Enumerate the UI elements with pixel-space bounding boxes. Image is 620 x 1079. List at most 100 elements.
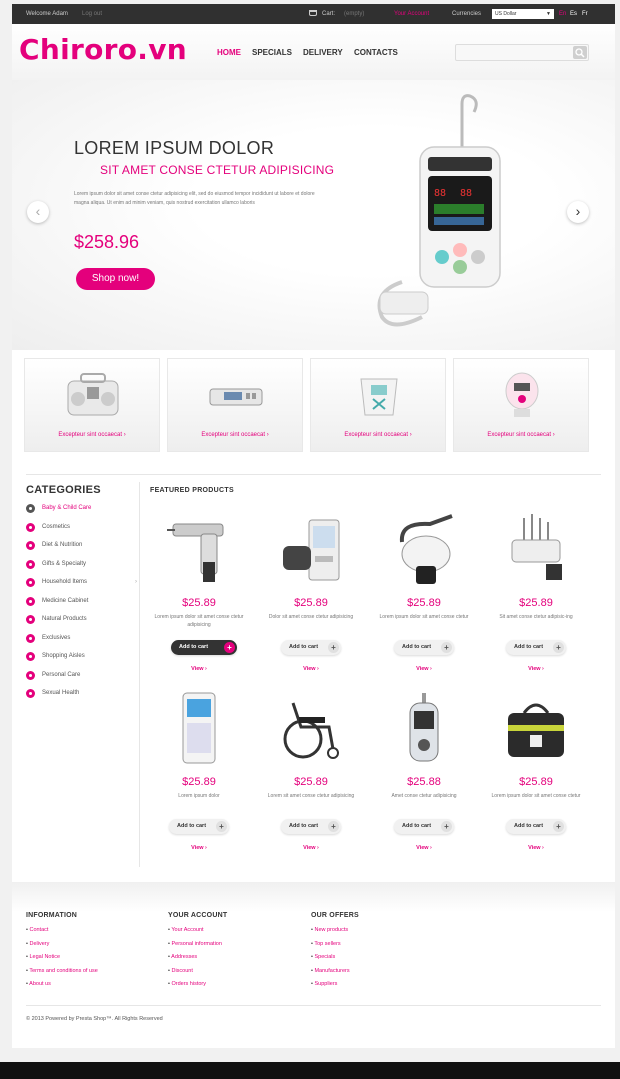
product-description: Lorem ipsum dolor sit amet conse ctetur	[379, 614, 469, 620]
footer-link[interactable]: Top sellers	[311, 941, 359, 955]
footer-link[interactable]: Personal information	[168, 941, 227, 955]
footer-link[interactable]: Addresses	[168, 954, 227, 968]
product-card[interactable]: $25.89 Lorem ipsum dolor sit amet conse …	[143, 512, 255, 682]
category-item[interactable]: Shopping Aisles	[26, 651, 138, 670]
footer-link[interactable]: Orders history	[168, 981, 227, 995]
view-link[interactable]: View ›	[255, 666, 367, 672]
category-item[interactable]: Cosmetics	[26, 522, 138, 541]
slider-next-button[interactable]: ›	[567, 201, 589, 223]
add-to-cart-button[interactable]: Add to cart +	[169, 819, 229, 834]
slider-prev-button[interactable]: ‹	[27, 201, 49, 223]
category-item[interactable]: Exclusives	[26, 633, 138, 652]
view-link[interactable]: View ›	[143, 666, 255, 672]
plus-icon: +	[224, 642, 235, 653]
add-to-cart-button[interactable]: Add to cart +	[171, 640, 237, 655]
footer-heading: OUR OFFERS	[311, 912, 359, 919]
footer-link[interactable]: Contact	[26, 927, 98, 941]
footer-link[interactable]: Your Account	[168, 927, 227, 941]
add-to-cart-button[interactable]: Add to cart +	[394, 819, 454, 834]
product-description: Lorem sit amet conse ctetur adipisicing	[267, 793, 355, 799]
nav-home[interactable]: HOME	[217, 48, 241, 57]
promo-label: Excepteur sint occaecat ›	[58, 432, 126, 438]
product-description: Lorem ipsum dolor sit amet conse ctetur	[491, 793, 581, 799]
featured-products-title: FEATURED PRODUCTS	[150, 487, 234, 494]
bottom-bar	[0, 1062, 620, 1079]
blood-pressure-monitor-image	[283, 519, 340, 581]
site-logo[interactable]: Chiroro.vn	[19, 33, 187, 66]
wheelchair-image	[283, 702, 339, 759]
product-card[interactable]: $25.89 Lorem ipsum dolor sit amet conse …	[368, 512, 480, 682]
account-link[interactable]: Your Account	[394, 11, 429, 17]
cart-status: (empty)	[344, 11, 365, 17]
footer-link[interactable]: Discount	[168, 968, 227, 982]
footer-link[interactable]: Legal Notice	[26, 954, 98, 968]
product-description: Sit amet conse ctetur adipisic-ing	[499, 614, 573, 620]
cart-link[interactable]: Cart:	[322, 11, 335, 17]
category-item[interactable]: Personal Care	[26, 670, 138, 689]
category-item[interactable]: Diet & Nutrition	[26, 540, 138, 559]
footer-column-information: INFORMATION Contact Delivery Legal Notic…	[26, 912, 98, 995]
category-item[interactable]: Gifts & Specialty	[26, 559, 138, 578]
view-link[interactable]: View ›	[255, 845, 367, 851]
categories-sidebar: CATEGORIES Baby & Child Care Cosmetics D…	[26, 484, 138, 707]
logout-link[interactable]: Log out	[82, 11, 102, 17]
promo-box[interactable]: Excepteur sint occaecat ›	[24, 358, 160, 452]
footer-link[interactable]: New products	[311, 927, 359, 941]
divider	[26, 474, 601, 475]
search-button[interactable]	[573, 46, 587, 59]
product-card[interactable]: $25.89 Lorem ipsum dolor Add to cart + Vi…	[143, 691, 255, 861]
nav-delivery[interactable]: DELIVERY	[303, 48, 343, 57]
bullet-icon	[26, 596, 35, 606]
footer: INFORMATION Contact Delivery Legal Notic…	[12, 882, 615, 1048]
search-input[interactable]	[455, 44, 589, 61]
expand-icon[interactable]: ›	[135, 577, 137, 587]
category-item[interactable]: Natural Products	[26, 614, 138, 633]
add-to-cart-button[interactable]: Add to cart +	[506, 640, 566, 655]
search-icon	[575, 48, 585, 58]
product-price: $25.89	[182, 597, 216, 609]
view-link[interactable]: View ›	[368, 666, 480, 672]
footer-link[interactable]: Delivery	[26, 941, 98, 955]
footer-link[interactable]: Specials	[311, 954, 359, 968]
language-fr[interactable]: Fr	[582, 11, 588, 17]
product-card[interactable]: $25.89 Lorem ipsum dolor sit amet conse …	[480, 691, 592, 861]
add-to-cart-button[interactable]: Add to cart +	[394, 640, 454, 655]
category-item[interactable]: Sexual Health	[26, 688, 138, 707]
language-es[interactable]: Es	[570, 11, 577, 17]
footer-link[interactable]: Manufacturers	[311, 968, 359, 982]
add-to-cart-button[interactable]: Add to cart +	[506, 819, 566, 834]
medical-cabinet-image	[182, 692, 216, 764]
svg-text:88: 88	[434, 188, 446, 199]
shop-now-button[interactable]: Shop now!	[76, 268, 155, 290]
product-card[interactable]: $25.89 Dolor sit amet conse ctetur adipi…	[255, 512, 367, 682]
plus-icon: +	[328, 821, 339, 832]
product-card[interactable]: $25.88 Amet conse ctetur adipisicing Add…	[368, 691, 480, 861]
product-card[interactable]: $25.89 Lorem sit amet conse ctetur adipi…	[255, 691, 367, 861]
category-item[interactable]: Household Items ›	[26, 577, 138, 596]
footer-heading: INFORMATION	[26, 912, 78, 919]
view-link[interactable]: View ›	[143, 845, 255, 851]
nav-specials[interactable]: SPECIALS	[252, 48, 292, 57]
product-card[interactable]: $25.89 Sit amet conse ctetur adipisic-in…	[480, 512, 592, 682]
footer-link[interactable]: About us	[26, 981, 98, 995]
plus-icon: +	[553, 642, 564, 653]
category-item[interactable]: Medicine Cabinet	[26, 596, 138, 615]
footer-link[interactable]: Terms and conditions of use	[26, 968, 97, 982]
footer-link[interactable]: Suppliers	[311, 981, 359, 995]
promo-box[interactable]: Excepteur sint occaecat ›	[453, 358, 589, 452]
promo-label: Excepteur sint occaecat ›	[344, 432, 412, 438]
language-en[interactable]: En	[559, 11, 566, 17]
view-link[interactable]: View ›	[368, 845, 480, 851]
add-to-cart-button[interactable]: Add to cart +	[281, 819, 341, 834]
category-item[interactable]: Baby & Child Care	[26, 503, 138, 522]
product-description: Lorem ipsum dolor sit amet conse ctetur …	[154, 614, 244, 628]
currency-select[interactable]: US Dollar ▼	[492, 9, 554, 19]
promo-box[interactable]: Excepteur sint occaecat ›	[310, 358, 446, 452]
add-to-cart-button[interactable]: Add to cart +	[281, 640, 341, 655]
view-link[interactable]: View ›	[480, 845, 592, 851]
nav-contacts[interactable]: CONTACTS	[354, 48, 398, 57]
promo-box[interactable]: Excepteur sint occaecat ›	[167, 358, 303, 452]
view-link[interactable]: View ›	[480, 666, 592, 672]
bullet-icon	[26, 633, 35, 643]
cart-icon[interactable]	[309, 10, 317, 16]
